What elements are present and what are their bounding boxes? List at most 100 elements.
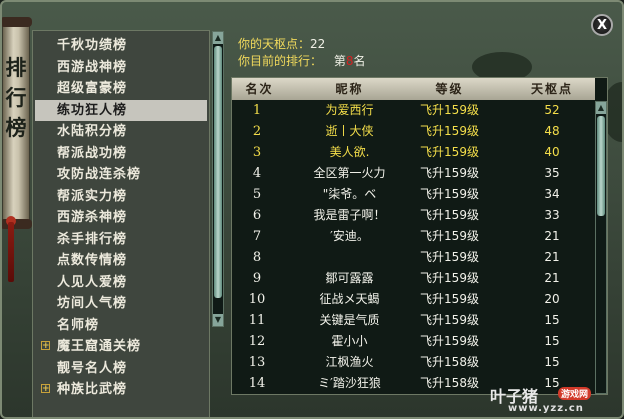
cell-name: 霍小小 [331,334,368,348]
cell-level: 飞升159级 [420,313,479,327]
cell-points: 15 [544,355,560,369]
scroll-up-arrow-icon[interactable]: ▲ [596,102,606,114]
header-name: 昵称 [335,82,364,96]
table-row[interactable]: 12 霍小小 飞升159级 15 [232,331,592,352]
expand-plus-icon[interactable]: + [41,384,50,394]
cell-points: 21 [544,229,560,243]
cell-level: 飞升158级 [420,376,479,390]
cell-name: ミ′踏沙狂狼 [318,376,381,390]
cell-level: 飞升159级 [420,124,479,138]
banner-cap [2,17,32,27]
cell-points: 21 [544,271,560,285]
cell-name: "柒爷。ベ [322,187,377,201]
cell-rank: 1 [252,103,262,118]
cell-name: 江枫渔火 [325,355,374,369]
table-scroll-thumb[interactable] [597,116,605,216]
cell-rank: 11 [248,313,266,328]
cell-level: 飞升159级 [420,250,479,264]
cell-name: 征战メ天蝎 [319,292,380,306]
table-row[interactable]: 4 全区第一火力 飞升159级 35 [232,163,592,184]
table-row[interactable]: 10 征战メ天蝎 飞升159级 20 [232,289,592,310]
table-row[interactable]: 3 美人欲. 飞升159级 40 [232,142,592,163]
rank-suffix: 名 [353,54,366,68]
scroll-down-arrow-icon[interactable]: ▼ [213,314,223,326]
cell-rank: 14 [248,376,266,391]
watermark-tag: 游戏网 [558,387,592,400]
category-item[interactable]: 千秋功绩榜 [35,35,207,56]
category-item[interactable]: 靓号名人榜 [35,358,207,379]
header-rank: 名次 [245,82,274,96]
table-row[interactable]: 7 ′安迪。 飞升159级 21 [232,226,592,247]
table-header: 名次 昵称 等级 天枢点 [232,78,595,100]
cell-rank: 13 [248,355,266,370]
category-scroll-thumb[interactable] [214,46,222,298]
category-item[interactable]: 帮派实力榜 [35,186,207,207]
cell-rank: 7 [252,229,262,244]
cell-level: 飞升159级 [420,166,479,180]
cell-name: 逝丨大侠 [325,124,374,138]
category-item[interactable]: 攻防战连杀榜 [35,164,207,185]
cell-level: 飞升159级 [420,292,479,306]
category-item[interactable]: 水陆积分榜 [35,121,207,142]
scroll-up-arrow-icon[interactable]: ▲ [213,32,223,44]
rank-value: 8 [345,54,354,68]
category-item-label: 千秋功绩榜 [57,38,128,53]
cell-rank: 3 [252,145,262,160]
category-item[interactable]: 人见人爱榜 [35,272,207,293]
category-item[interactable]: + 魔王窟通关榜 [35,336,207,357]
cell-rank: 12 [248,334,266,349]
category-item-label: 人见人爱榜 [57,274,128,290]
category-item-label: 种族比武榜 [57,382,128,397]
close-button[interactable]: X [591,14,613,36]
ranking-category-list: 千秋功绩榜西游战神榜超级富豪榜练功狂人榜水陆积分榜 帮派战功榜 攻防战连杀榜 帮派实力… [32,30,224,417]
cell-name: 为爱西行 [325,103,374,117]
cell-rank: 10 [248,292,266,307]
category-item[interactable]: 西游战神榜 [35,57,207,78]
ranking-banner: 排行榜 [2,17,32,229]
banner-cap [2,219,32,229]
category-item-label: 练功狂人榜 [57,102,128,118]
category-item-label: 靓号名人榜 [57,360,128,376]
cell-rank: 8 [252,250,262,265]
category-item[interactable]: 帮派战功榜 [35,143,207,164]
table-row[interactable]: 9 鄒可露露 飞升159级 21 [232,268,592,289]
category-item[interactable]: 超级富豪榜 [35,78,207,99]
table-row[interactable]: 8 飞升159级 21 [232,247,592,268]
category-item[interactable]: 西游杀神榜 [35,207,207,228]
category-item[interactable]: 杀手排行榜 [35,229,207,250]
cell-level: 飞升159级 [420,334,479,348]
table-row[interactable]: 6 我是雷子啊！ 飞升159级 33 [232,205,592,226]
table-scrollbar[interactable]: ▲ [595,101,607,394]
rank-line: 你目前的排行： 第8名 [238,53,366,70]
category-item[interactable]: 点数传情榜 [35,250,207,271]
category-item[interactable]: + 种族比武榜 [35,379,207,400]
category-item-label: 名师榜 [57,317,100,333]
category-item-label: 魔王窟通关榜 [57,339,142,354]
category-item[interactable]: 练功狂人榜 [35,99,207,121]
category-item[interactable]: 坊间人气榜 [35,293,207,314]
cell-name: 我是雷子啊！ [313,208,386,222]
category-scrollbar[interactable]: ▲ ▼ [212,31,224,327]
banner-title: 排行榜 [5,55,27,140]
watermark-url: www.yzz.cn [508,403,584,414]
table-row[interactable]: 2 逝丨大侠 飞升159级 48 [232,121,592,142]
cell-level: 飞升159级 [420,229,479,243]
ranking-window: 排行榜 千秋功绩榜西游战神榜超级富豪榜练功狂人榜水陆积分榜 帮派战功榜 攻防战连杀榜… [0,0,624,419]
category-item[interactable]: 名师榜 [35,315,207,336]
cell-points: 52 [544,103,560,117]
ranking-table: 名次 昵称 等级 天枢点 1 为爱西行 飞升159级 52 2 逝丨大侠 飞升159级 48 3… [231,77,608,395]
cell-level: 飞升158级 [420,355,479,369]
points-label: 你的天枢点： [238,37,311,51]
cell-points: 34 [544,187,560,201]
cell-points: 15 [544,313,560,327]
table-row[interactable]: 13 江枫渔火 飞升158级 15 [232,352,592,373]
category-item-label: 杀手排行榜 [57,231,128,247]
table-row[interactable]: 5 "柒爷。ベ 飞升159级 34 [232,184,592,205]
table-row[interactable]: 11 关键是气质 飞升159级 15 [232,310,592,331]
table-row[interactable]: 1 为爱西行 飞升159级 52 [232,100,592,121]
category-item-label: 点数传情榜 [57,253,128,268]
category-item-label: 西游战神榜 [57,59,128,75]
expand-plus-icon[interactable]: + [41,341,50,351]
cell-rank: 6 [252,208,262,223]
cell-name: 关键是气质 [319,313,380,327]
